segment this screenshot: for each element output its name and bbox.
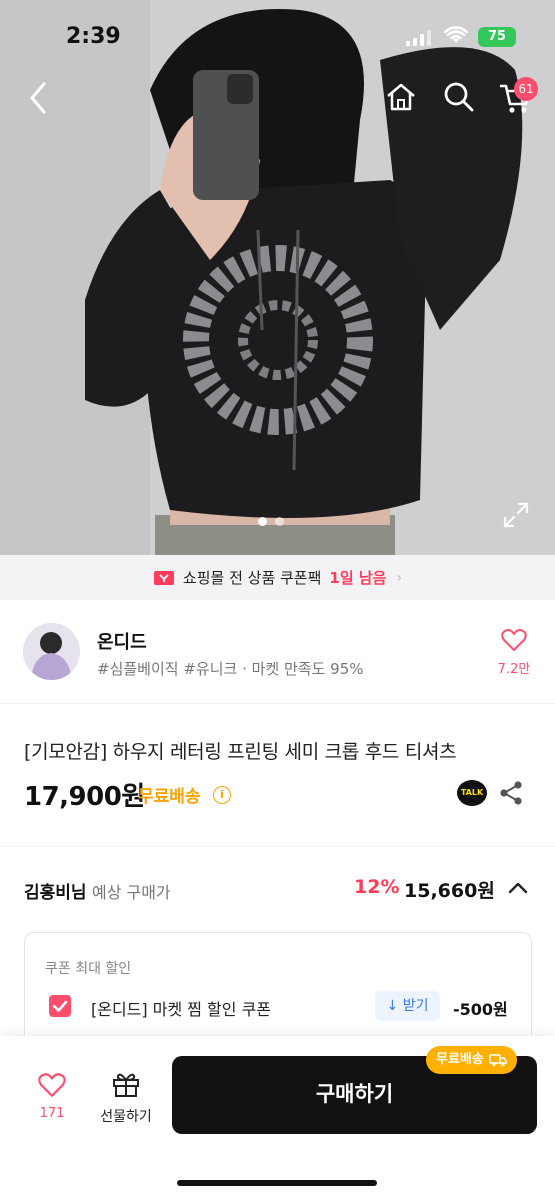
- product-price: 17,900원: [24, 782, 145, 812]
- product-image[interactable]: 2:39 75 61: [0, 0, 555, 555]
- coupon-icon: [153, 570, 174, 585]
- coupon-banner-deadline: 1일 남음: [329, 569, 387, 587]
- product-title: [기모안감] 하우지 레터링 프린팅 세미 크롭 후드 티셔츠: [24, 741, 457, 763]
- expected-price: 15,660원: [404, 880, 495, 902]
- back-icon[interactable]: [24, 80, 54, 116]
- kakao-talk-button[interactable]: TALK: [457, 780, 487, 806]
- info-icon[interactable]: i: [213, 786, 231, 804]
- cart-count-badge: 61: [514, 77, 538, 101]
- coupon-checkbox[interactable]: [49, 995, 71, 1017]
- truck-icon: [489, 1054, 507, 1067]
- heart-icon: [501, 629, 527, 651]
- free-shipping-chip: 무료배송: [426, 1046, 517, 1074]
- home-icon[interactable]: [384, 80, 418, 114]
- wishlist-button[interactable]: 171: [30, 1072, 74, 1121]
- coupon-label: [온디드] 마켓 찜 할인 쿠폰: [91, 1000, 272, 1019]
- shop-tags: #심플베이직 #유니크 · 마켓 만족도 95%: [97, 660, 364, 678]
- signal-icon: [406, 30, 431, 46]
- bottom-action-bar: 171 선물하기 구매하기 무료배송: [0, 1036, 555, 1200]
- heart-icon: [38, 1073, 66, 1097]
- chevron-up-icon[interactable]: [506, 876, 530, 900]
- battery-indicator: 75: [478, 27, 516, 47]
- gift-button[interactable]: 선물하기: [92, 1070, 160, 1126]
- coupon-section-title: 쿠폰 최대 할인: [45, 961, 132, 977]
- coupon-pack-banner[interactable]: 쇼핑몰 전 상품 쿠폰팩 1일 남음 ›: [0, 555, 555, 600]
- gift-label: 선물하기: [100, 1109, 152, 1125]
- shop-row[interactable]: 온디드 #심플베이직 #유니크 · 마켓 만족도 95% 7.2만: [0, 602, 555, 704]
- gift-icon: [113, 1073, 139, 1097]
- coupon-banner-text: 쇼핑몰 전 상품 쿠폰팩: [182, 569, 322, 587]
- shop-like-button[interactable]: 7.2만: [494, 628, 534, 677]
- expected-price-label: 예상 구매가: [91, 883, 171, 902]
- image-pagination: [258, 517, 284, 526]
- shop-like-count: 7.2만: [497, 662, 531, 677]
- chevron-right-icon: ›: [396, 569, 403, 586]
- coupon-download-button[interactable]: ↓ 받기: [375, 991, 440, 1021]
- section-divider: [0, 846, 555, 847]
- wifi-icon: [444, 26, 468, 43]
- search-icon[interactable]: [442, 80, 476, 114]
- shop-logo: [23, 623, 80, 680]
- shop-name[interactable]: 온디드: [97, 628, 147, 654]
- member-price-label: 김홍비님 예상 구매가: [24, 878, 171, 903]
- share-icon[interactable]: [498, 780, 524, 806]
- free-shipping-label: 무료배송: [138, 787, 201, 807]
- expand-icon[interactable]: [503, 502, 529, 528]
- wishlist-count: 171: [39, 1106, 65, 1121]
- pagination-dot: [275, 517, 284, 526]
- discount-rate: 12%: [354, 876, 400, 898]
- home-indicator: [177, 1180, 377, 1186]
- status-time: 2:39: [66, 24, 121, 49]
- status-bar: 2:39 75: [0, 0, 555, 70]
- shop-avatar[interactable]: [23, 623, 80, 680]
- coupon-amount: -500원: [453, 1000, 508, 1019]
- member-name: 김홍비님: [24, 883, 87, 903]
- check-icon: [52, 1000, 68, 1012]
- free-shipping-chip-label: 무료배송: [436, 1052, 484, 1067]
- pagination-dot-active: [258, 517, 267, 526]
